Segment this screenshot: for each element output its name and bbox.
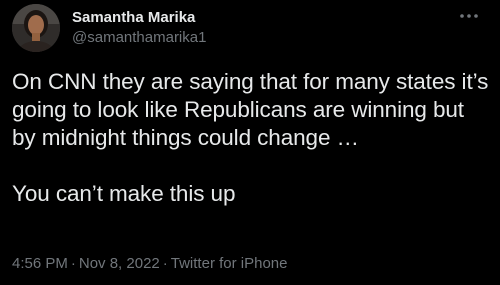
tweet-time[interactable]: 4:56 PM — [12, 255, 68, 272]
tweet: Samantha Marika @samanthamarika1 On CNN … — [0, 0, 500, 285]
more-button[interactable] — [456, 6, 482, 26]
avatar[interactable] — [12, 4, 60, 52]
more-icon — [460, 14, 478, 18]
tweet-text: On CNN they are saying that for many sta… — [12, 69, 489, 206]
author-name[interactable]: Samantha Marika — [72, 9, 195, 26]
meta-separator: · — [70, 255, 76, 272]
avatar-photo — [12, 4, 60, 52]
tweet-date[interactable]: Nov 8, 2022 — [79, 255, 160, 272]
author-handle[interactable]: @samanthamarika1 — [72, 29, 206, 46]
tweet-meta: 4:56 PM · Nov 8, 2022 · Twitter for iPhone — [12, 255, 287, 272]
tweet-source[interactable]: Twitter for iPhone — [171, 255, 288, 272]
meta-separator: · — [162, 255, 168, 272]
